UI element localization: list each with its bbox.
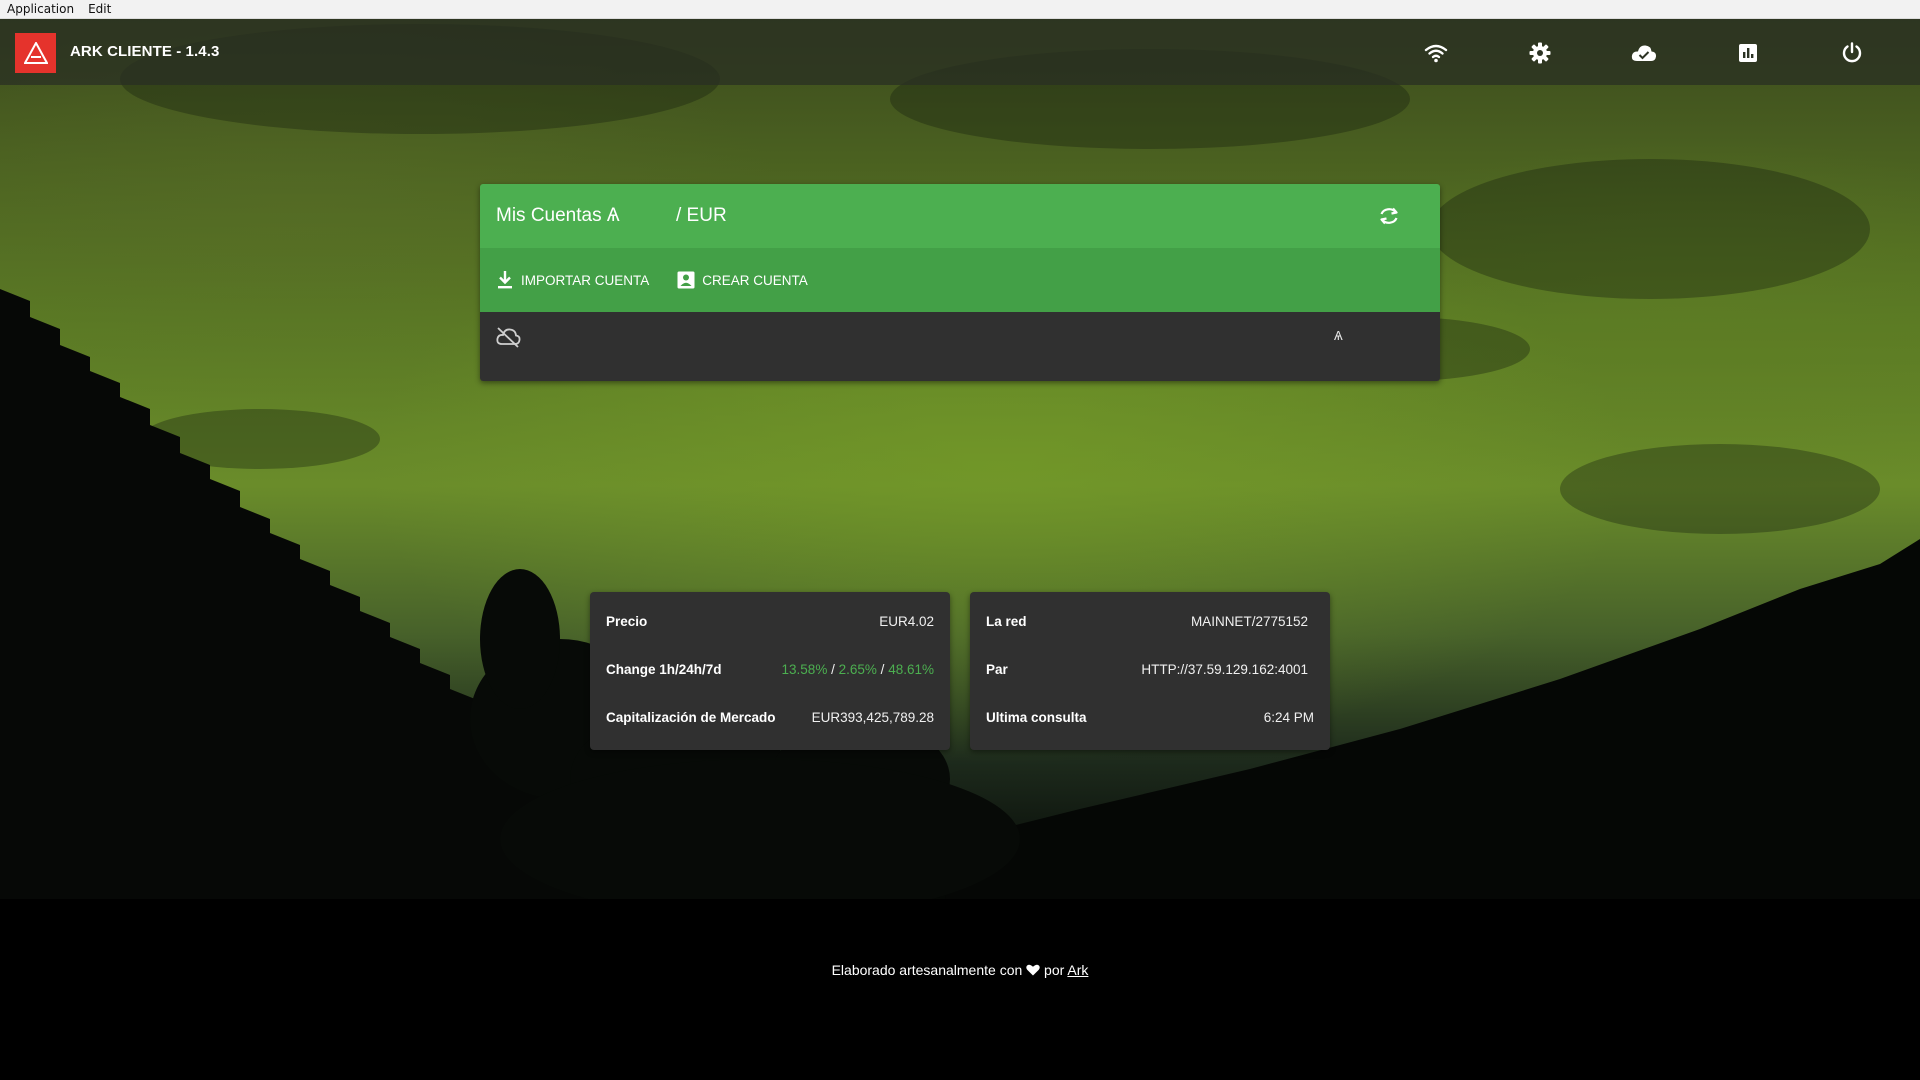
last-check-row: Ultima consulta 6:24 PM [986,710,1314,725]
change-1h: 13.58% [781,662,828,677]
create-account-label: CREAR CUENTA [702,272,808,288]
network-info-card: La red MAINNET/2775152 Par HTTP://37.59.… [970,592,1330,750]
change-7d: 48.61% [888,662,934,677]
market-cap-row: Capitalización de Mercado EUR393,425,789… [606,710,934,725]
price-value: EUR4.02 [879,614,934,629]
ark-logo[interactable] [15,33,56,73]
network-status-button[interactable] [1422,39,1450,67]
settings-button[interactable] [1526,39,1554,67]
accounts-toolbar: IMPORTAR CUENTA CREAR CUENTA [480,248,1440,312]
change-row: Change 1h/24h/7d 13.58% / 2.65% / 48.61% [606,662,934,677]
accounts-card: Mis Cuentas Ѧ / EUR IMPORTAR CUENTA CREA… [480,184,1440,381]
last-check-label: Ultima consulta [986,710,1087,725]
change-24h: 2.65% [838,662,877,677]
cloud-sync-button[interactable] [1630,39,1658,67]
wifi-icon [1424,44,1448,63]
create-account-button[interactable]: CREAR CUENTA [677,271,808,289]
refresh-button[interactable] [1376,203,1402,229]
last-check-value: 6:24 PM [1263,710,1314,725]
footer-middle: por [1044,962,1065,978]
change-separator-1: / [831,662,835,677]
app-topbar: ARK CLIENTE - 1.4.3 [0,19,1920,85]
cloud-off-icon [496,327,521,348]
ark-link[interactable]: Ark [1067,962,1088,978]
peer-row: Par HTTP://37.59.129.162:4001 [986,662,1308,677]
market-cap-value: EUR393,425,789.28 [811,710,934,725]
menu-edit[interactable]: Edit [81,0,118,19]
peer-label: Par [986,662,1008,677]
accounts-currency: / EUR [676,205,727,226]
account-box-icon [677,271,695,289]
refresh-icon [1380,207,1398,225]
price-label: Precio [606,614,648,629]
heart-icon [1026,964,1040,976]
change-label: Change 1h/24h/7d [606,662,722,677]
footer: Elaborado artesanalmente con por Ark [0,962,1920,978]
app-title: ARK CLIENTE - 1.4.3 [70,43,220,60]
power-icon [1842,42,1862,63]
peer-value: HTTP://37.59.129.162:4001 [1141,662,1308,677]
gear-icon [1529,42,1551,64]
cloud-icon [1631,45,1657,61]
market-info-card: Precio EUR4.02 Change 1h/24h/7d 13.58% /… [590,592,950,750]
market-cap-label: Capitalización de Mercado [606,710,776,725]
accounts-title: Mis Cuentas Ѧ [496,205,620,226]
os-menubar: Application Edit [0,0,1920,19]
landscape-silhouette [0,24,1920,1080]
import-account-label: IMPORTAR CUENTA [521,272,650,288]
ark-logo-icon [23,42,48,64]
chart-icon [1739,44,1757,62]
balance-ark-symbol: Ѧ [1334,328,1343,343]
accounts-list: Ѧ [480,312,1440,381]
power-button[interactable] [1838,39,1866,67]
change-values: 13.58% / 2.65% / 48.61% [782,662,934,677]
change-separator-2: / [880,662,885,677]
accounts-header: Mis Cuentas Ѧ / EUR [480,184,1440,248]
network-value: MAINNET/2775152 [1190,614,1308,629]
analytics-button[interactable] [1734,39,1762,67]
import-account-button[interactable]: IMPORTAR CUENTA [496,270,649,290]
footer-prefix: Elaborado artesanalmente con [831,962,1023,978]
price-row: Precio EUR4.02 [606,614,934,629]
menu-application[interactable]: Application [0,0,81,19]
background-scene [0,19,1920,1080]
network-row: La red MAINNET/2775152 [986,614,1308,629]
download-icon [498,271,512,289]
network-label: La red [986,614,1027,629]
